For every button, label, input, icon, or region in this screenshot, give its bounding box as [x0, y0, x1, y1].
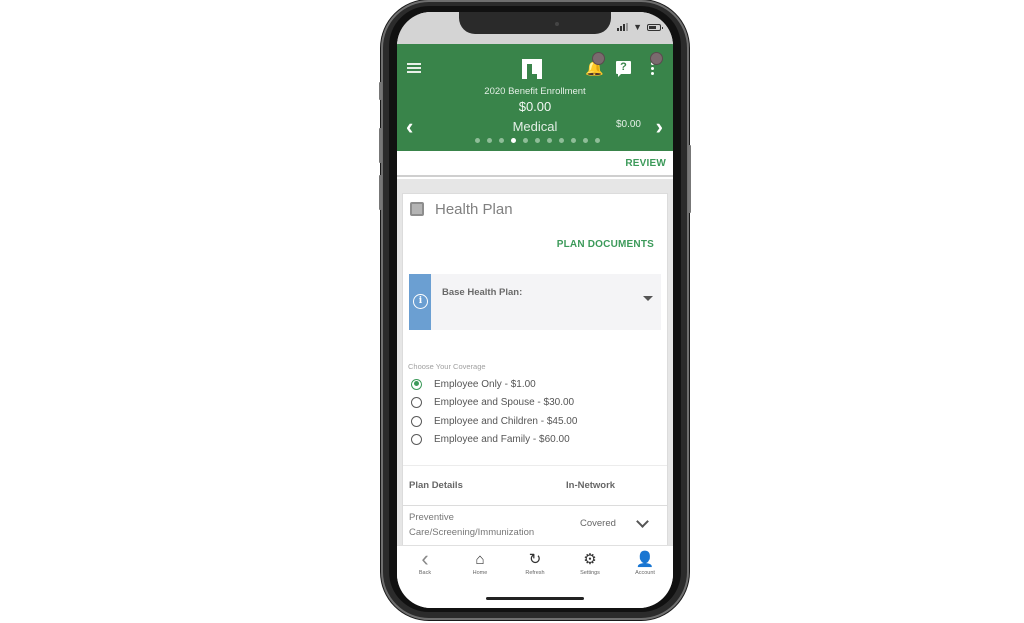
- radio-button-checked[interactable]: [411, 378, 422, 390]
- paylocity-logo: [522, 59, 542, 79]
- home-indicator[interactable]: [486, 597, 584, 600]
- coverage-option[interactable]: Employee and Family - $60.00: [411, 431, 577, 450]
- plan-details-header: Plan Details In-Network: [403, 466, 667, 506]
- mute-switch: [379, 82, 382, 100]
- nav-item-refresh[interactable]: ↻ Refresh: [515, 550, 555, 576]
- nav-label: Refresh: [525, 570, 545, 576]
- plan-documents-link[interactable]: PLAN DOCUMENTS: [557, 239, 654, 250]
- nav-item-settings[interactable]: ⚙ Settings: [570, 550, 610, 576]
- step-dot[interactable]: [570, 138, 576, 143]
- account-user-icon: 👤: [635, 551, 655, 568]
- volume-down-button: [379, 175, 382, 210]
- plan-select-label: Base Health Plan:: [442, 287, 523, 298]
- base-health-plan-select[interactable]: i Base Health Plan:: [409, 274, 661, 330]
- coverage-label: Choose Your Coverage: [408, 362, 486, 371]
- phone-screen: ▼ 🔔 ? 2020 Benefit Enrollment $0.00 ‹ Me…: [397, 12, 673, 608]
- coverage-radio-group: Employee Only - $1.00 Employee and Spouse…: [411, 375, 577, 449]
- battery-icon: [647, 23, 663, 31]
- next-section-arrow[interactable]: ›: [656, 116, 663, 138]
- app-header: 🔔 ? 2020 Benefit Enrollment $0.00 ‹ Medi…: [397, 44, 673, 151]
- coverage-option[interactable]: Employee and Children - $45.00: [411, 412, 577, 431]
- cellular-signal-icon: [617, 23, 629, 31]
- step-dot[interactable]: [558, 138, 564, 143]
- radio-button[interactable]: [411, 434, 422, 446]
- nav-label: Home: [472, 570, 488, 576]
- health-plan-card: Health Plan PLAN DOCUMENTS i Base Health…: [402, 193, 668, 545]
- plan-details-column-header: Plan Details: [409, 480, 463, 491]
- back-chevron-icon: ‹: [421, 546, 429, 571]
- coverage-option-label: Employee Only - $1.00: [434, 378, 536, 390]
- coverage-option-label: Employee and Family - $60.00: [434, 434, 570, 446]
- home-icon: ⌂: [475, 550, 485, 568]
- enrollment-title: 2020 Benefit Enrollment: [484, 86, 586, 97]
- in-network-column-header: In-Network: [566, 480, 616, 491]
- benefit-value: Covered: [580, 518, 616, 529]
- coverage-option-label: Employee and Children - $45.00: [434, 415, 578, 427]
- step-dot[interactable]: [522, 138, 528, 143]
- more-badge: [650, 52, 663, 65]
- dropdown-caret-icon[interactable]: [643, 296, 653, 301]
- card-title: Health Plan: [435, 201, 513, 218]
- radio-button[interactable]: [411, 415, 422, 427]
- benefit-name: Preventive Care/Screening/Immunization: [409, 512, 535, 538]
- coverage-option[interactable]: Employee Only - $1.00: [411, 375, 577, 394]
- step-dot[interactable]: [582, 138, 588, 143]
- volume-up-button: [379, 128, 382, 163]
- nav-label: Back: [418, 570, 432, 576]
- section-cost: $0.00: [615, 119, 641, 130]
- nav-item-back[interactable]: ‹ Back: [405, 546, 445, 576]
- notification-badge: [592, 52, 605, 65]
- refresh-icon: ↻: [528, 551, 542, 568]
- step-dot[interactable]: [546, 138, 552, 143]
- gear-icon: ⚙: [583, 551, 597, 568]
- chevron-down-icon[interactable]: [636, 515, 649, 528]
- content-area[interactable]: Health Plan PLAN DOCUMENTS i Base Health…: [397, 179, 673, 545]
- nav-item-home[interactable]: ⌂ Home: [460, 550, 500, 577]
- step-dot-active[interactable]: [510, 138, 516, 143]
- review-bar: REVIEW: [397, 151, 673, 177]
- wifi-icon: ▼: [633, 22, 642, 32]
- step-dot[interactable]: [486, 138, 492, 143]
- plan-status-icon: [410, 202, 424, 216]
- stage: ▼ 🔔 ? 2020 Benefit Enrollment $0.00 ‹ Me…: [0, 0, 1024, 623]
- step-dot[interactable]: [534, 138, 540, 143]
- coverage-option-label: Employee and Spouse - $30.00: [434, 397, 575, 409]
- nav-item-account[interactable]: 👤 Account: [625, 550, 665, 576]
- table-row[interactable]: Preventive Care/Screening/Immunization C…: [403, 506, 667, 545]
- info-icon[interactable]: i: [413, 294, 428, 309]
- total-cost: $0.00: [518, 99, 552, 114]
- review-button[interactable]: REVIEW: [625, 158, 666, 169]
- help-question-icon[interactable]: ?: [616, 61, 631, 77]
- front-camera: [555, 22, 559, 26]
- info-strip: i: [409, 274, 431, 330]
- step-dot[interactable]: [594, 138, 600, 143]
- step-indicator: [397, 138, 673, 143]
- power-button: [688, 145, 691, 213]
- nav-label: Account: [635, 570, 655, 576]
- coverage-option[interactable]: Employee and Spouse - $30.00: [411, 394, 577, 413]
- step-dot[interactable]: [498, 138, 504, 143]
- notch: [459, 12, 611, 34]
- step-dot[interactable]: [474, 138, 480, 143]
- nav-label: Settings: [580, 570, 600, 576]
- hamburger-menu-icon[interactable]: [407, 63, 421, 75]
- radio-button[interactable]: [411, 397, 422, 409]
